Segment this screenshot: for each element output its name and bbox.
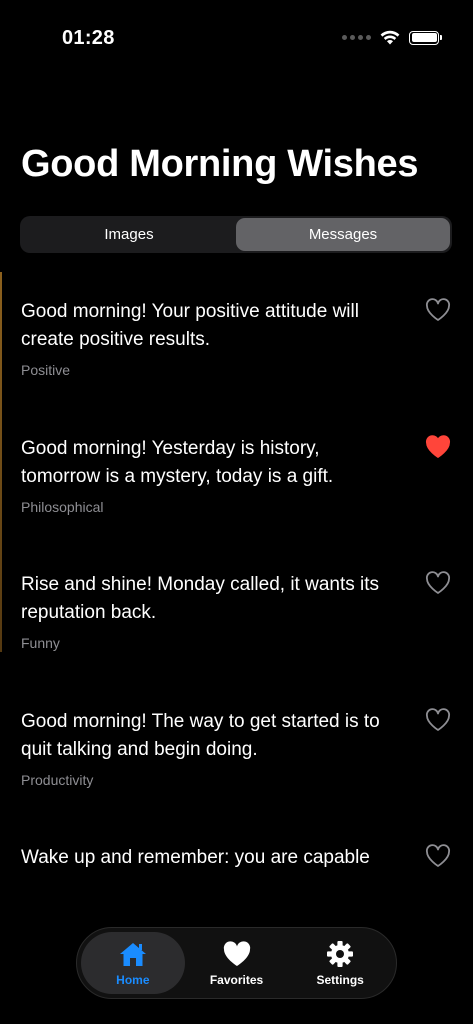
- heart-outline-icon: [426, 298, 450, 321]
- status-time: 01:28: [62, 27, 115, 49]
- message-item[interactable]: Rise and shine! Monday called, it wants …: [0, 553, 473, 690]
- message-category: Productivity: [21, 771, 94, 788]
- tab-settings[interactable]: Settings: [288, 932, 392, 994]
- favorite-button[interactable]: [425, 844, 451, 868]
- status-bar: 01:28: [0, 0, 473, 70]
- tab-favorites[interactable]: Favorites: [185, 932, 289, 994]
- heart-outline-icon: [426, 571, 450, 594]
- house-icon: [119, 942, 146, 966]
- segment-images[interactable]: Images: [22, 218, 236, 251]
- favorite-button[interactable]: [425, 707, 451, 732]
- message-category: Philosophical: [21, 498, 104, 515]
- message-text: Good morning! Your positive attitude wil…: [21, 301, 359, 350]
- tab-label: Home: [116, 972, 150, 987]
- favorite-button[interactable]: [425, 298, 451, 322]
- message-category: Positive: [21, 362, 71, 378]
- heart-outline-icon: [426, 844, 450, 867]
- wifi-icon: [380, 30, 400, 45]
- message-item[interactable]: Good morning! Yesterday is history, tomo…: [0, 417, 473, 554]
- message-text: Wake up and remember: you are capable: [21, 847, 370, 868]
- gear-icon: [327, 940, 354, 967]
- message-item[interactable]: Good morning! Your positive attitude wil…: [0, 280, 473, 417]
- tab-label: Settings: [316, 972, 364, 987]
- heart-filled-icon: [426, 434, 450, 458]
- status-icons: [342, 30, 442, 45]
- segment-messages[interactable]: Messages: [236, 218, 450, 251]
- heart-icon: [223, 940, 250, 966]
- message-text: Good morning! The way to get started is …: [21, 710, 380, 760]
- message-item[interactable]: Good morning! The way to get started is …: [0, 690, 473, 827]
- tab-label: Favorites: [209, 972, 264, 987]
- screen: 01:28 Good Morning Wishes Images Message…: [0, 0, 473, 1024]
- tab-home[interactable]: Home: [81, 932, 185, 994]
- message-text: Rise and shine! Monday called, it wants …: [21, 574, 380, 623]
- page-title: Good Morning Wishes: [21, 143, 419, 185]
- heart-outline-icon: [426, 707, 450, 731]
- battery-icon: [409, 30, 442, 45]
- favorite-button[interactable]: [425, 571, 451, 595]
- message-category: Funny: [21, 635, 60, 651]
- tab-bar: Home Favorites Settings: [76, 927, 397, 999]
- message-list: Good morning! Your positive attitude wil…: [0, 280, 473, 963]
- favorite-button[interactable]: [425, 434, 451, 459]
- segmented-control: Images Messages: [20, 216, 452, 253]
- message-text: Good morning! Yesterday is history, tomo…: [21, 437, 334, 487]
- cellular-signal-icon: [342, 35, 371, 40]
